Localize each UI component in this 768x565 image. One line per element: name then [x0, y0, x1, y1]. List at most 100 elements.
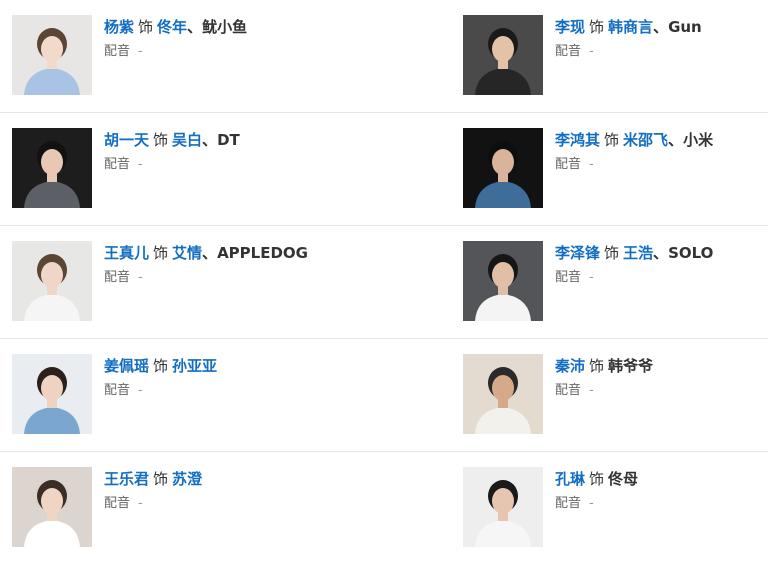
voice-value: - — [138, 44, 143, 59]
character-name[interactable]: 艾情 — [172, 244, 202, 262]
actor-photo[interactable] — [12, 15, 92, 95]
verb-label: 饰 — [153, 131, 169, 149]
verb-label: 饰 — [153, 357, 169, 375]
voice-label: 配音 — [555, 157, 582, 172]
cast-info: 王真儿饰艾情、APPLEDOG 配音 - — [104, 241, 374, 288]
actor-name[interactable]: 李泽锋 — [555, 244, 600, 262]
verb-label: 饰 — [153, 244, 169, 262]
separator: 、 — [668, 131, 684, 149]
cast-row: 王乐君饰苏澄 配音 - 孔琳饰佟母 配音 - — [0, 452, 768, 565]
cast-card: 胡一天饰吴白、DT 配音 - — [0, 113, 380, 226]
voice-value: - — [589, 157, 594, 172]
character-name: 鱿小鱼 — [202, 18, 248, 36]
voice-value: - — [138, 157, 143, 172]
actor-photo[interactable] — [12, 354, 92, 434]
verb-label: 饰 — [604, 244, 620, 262]
character-name: APPLEDOG — [217, 244, 308, 262]
actor-photo[interactable] — [463, 467, 543, 547]
voice-actor-line: 配音 - — [104, 155, 374, 175]
actor-photo[interactable] — [463, 15, 543, 95]
cast-info: 胡一天饰吴白、DT 配音 - — [104, 128, 374, 175]
character-name: 韩爷爷 — [608, 357, 654, 375]
cast-title: 王乐君饰苏澄 — [104, 467, 374, 491]
character-name[interactable]: 王浩 — [623, 244, 653, 262]
cast-title: 李现饰韩商言、Gun — [555, 15, 768, 39]
voice-label: 配音 — [104, 44, 131, 59]
separator: 、 — [653, 18, 669, 36]
voice-label: 配音 — [555, 383, 582, 398]
voice-value: - — [138, 383, 143, 398]
cast-title: 秦沛饰韩爷爷 — [555, 354, 768, 378]
actor-name[interactable]: 孔琳 — [555, 470, 585, 488]
cast-title: 孔琳饰佟母 — [555, 467, 768, 491]
actor-name[interactable]: 杨紫 — [104, 18, 134, 36]
cast-card: 李现饰韩商言、Gun 配音 - — [451, 0, 768, 113]
cast-card: 李鸿其饰米邵飞、小米配音 - — [451, 113, 768, 226]
character-name[interactable]: 佟年 — [157, 18, 187, 36]
character-name[interactable]: 苏澄 — [172, 470, 202, 488]
voice-label: 配音 — [555, 270, 582, 285]
actor-photo[interactable] — [12, 128, 92, 208]
actor-photo[interactable] — [463, 241, 543, 321]
cast-info: 孔琳饰佟母配音 - — [555, 467, 768, 514]
cast-row: 杨紫饰佟年、鱿小鱼 配音 - 李现饰韩商言、Gun 配音 - — [0, 0, 768, 113]
actor-photo[interactable] — [12, 241, 92, 321]
actor-name[interactable]: 李鸿其 — [555, 131, 600, 149]
actor-photo[interactable] — [463, 354, 543, 434]
voice-label: 配音 — [555, 496, 582, 511]
voice-value: - — [138, 496, 143, 511]
cast-row: 胡一天饰吴白、DT 配音 - 李鸿其饰米邵飞、小米 配音 - — [0, 113, 768, 226]
cast-title: 王真儿饰艾情、APPLEDOG — [104, 241, 374, 265]
actor-name[interactable]: 王真儿 — [104, 244, 149, 262]
voice-actor-line: 配音 - — [555, 268, 768, 288]
cast-info: 秦沛饰韩爷爷配音 - — [555, 354, 768, 401]
voice-actor-line: 配音 - — [104, 268, 374, 288]
cast-card: 杨紫饰佟年、鱿小鱼 配音 - — [0, 0, 380, 113]
cast-card: 孔琳饰佟母配音 - — [451, 452, 768, 565]
actor-name[interactable]: 胡一天 — [104, 131, 149, 149]
actor-name[interactable]: 秦沛 — [555, 357, 585, 375]
cast-info: 李现饰韩商言、Gun 配音 - — [555, 15, 768, 62]
separator: 、 — [187, 18, 203, 36]
separator: 、 — [653, 244, 669, 262]
cast-info: 姜佩瑶饰孙亚亚配音 - — [104, 354, 374, 401]
voice-actor-line: 配音 - — [555, 42, 768, 62]
actor-name[interactable]: 李现 — [555, 18, 585, 36]
character-name: 小米 — [683, 131, 714, 149]
verb-label: 饰 — [589, 357, 605, 375]
voice-label: 配音 — [555, 44, 582, 59]
cast-info: 李泽锋饰王浩、SOLO 配音 - — [555, 241, 768, 288]
separator: 、 — [202, 244, 218, 262]
actor-photo[interactable] — [463, 128, 543, 208]
cast-row: 姜佩瑶饰孙亚亚 配音 - 秦沛饰韩爷爷 配音 - — [0, 339, 768, 452]
voice-label: 配音 — [104, 496, 131, 511]
voice-actor-line: 配音 - — [104, 42, 374, 62]
voice-label: 配音 — [104, 383, 131, 398]
cast-list: 杨紫饰佟年、鱿小鱼 配音 - 李现饰韩商言、Gun 配音 - 胡一天饰吴白、DT 配音 - 李鸿其… — [0, 0, 768, 565]
character-name[interactable]: 米邵飞 — [623, 131, 668, 149]
verb-label: 饰 — [589, 470, 605, 488]
cast-title: 李泽锋饰王浩、SOLO — [555, 241, 768, 265]
voice-actor-line: 配音 - — [555, 381, 768, 401]
character-name[interactable]: 韩商言 — [608, 18, 653, 36]
voice-actor-line: 配音 - — [104, 381, 374, 401]
verb-label: 饰 — [153, 470, 169, 488]
voice-label: 配音 — [104, 270, 131, 285]
voice-value: - — [589, 44, 594, 59]
actor-photo[interactable] — [12, 467, 92, 547]
cast-card: 王真儿饰艾情、APPLEDOG 配音 - — [0, 226, 380, 339]
verb-label: 饰 — [589, 18, 605, 36]
cast-info: 杨紫饰佟年、鱿小鱼 配音 - — [104, 15, 374, 62]
voice-actor-line: 配音 - — [555, 155, 768, 175]
character-name[interactable]: 孙亚亚 — [172, 357, 217, 375]
character-name[interactable]: 吴白 — [172, 131, 202, 149]
actor-name[interactable]: 姜佩瑶 — [104, 357, 149, 375]
voice-value: - — [589, 496, 594, 511]
verb-label: 饰 — [604, 131, 620, 149]
cast-title: 胡一天饰吴白、DT — [104, 128, 374, 152]
cast-card: 王乐君饰苏澄配音 - — [0, 452, 380, 565]
actor-name[interactable]: 王乐君 — [104, 470, 149, 488]
separator: 、 — [202, 131, 218, 149]
character-name: SOLO — [668, 244, 714, 262]
voice-label: 配音 — [104, 157, 131, 172]
